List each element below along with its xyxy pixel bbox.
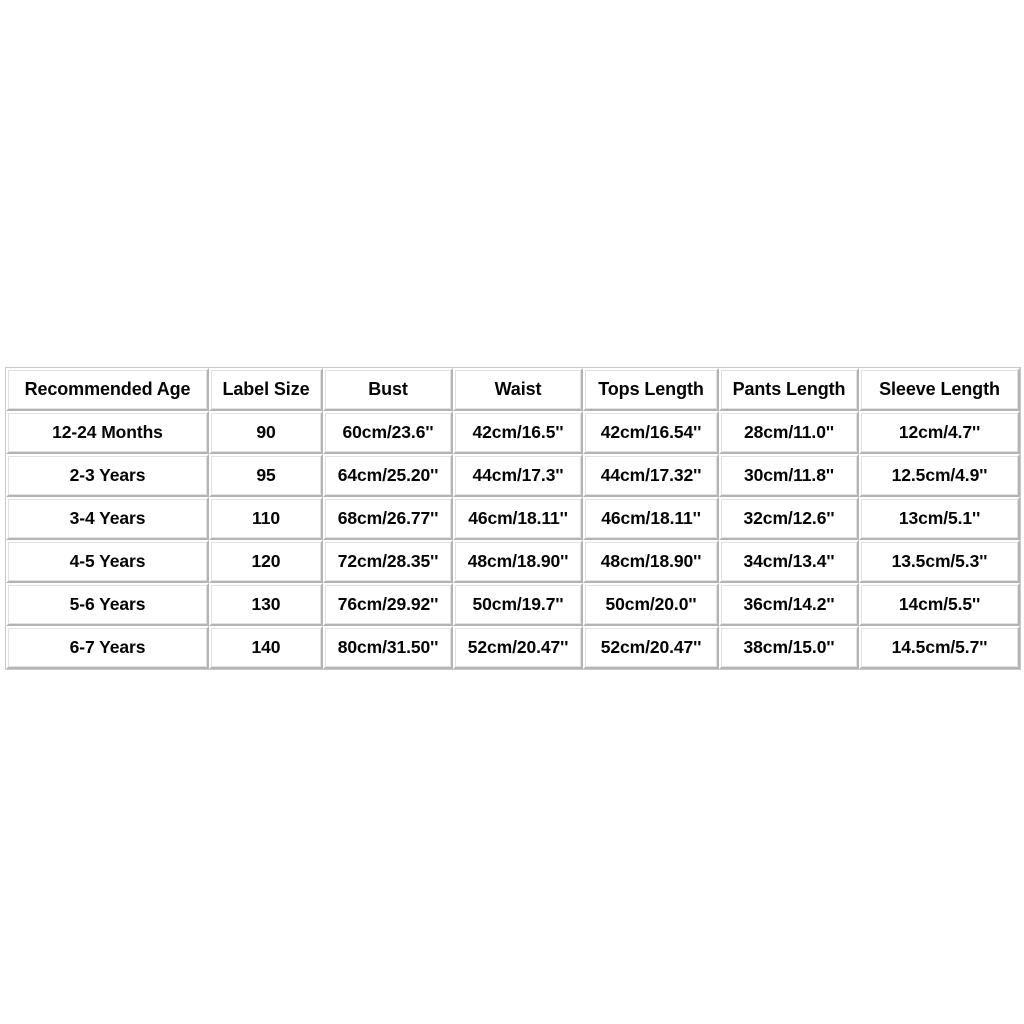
table-cell: 76cm/29.92'' (323, 583, 453, 626)
table-cell: 3-4 Years (6, 497, 209, 540)
table-row: 2-3 Years 95 64cm/25.20'' 44cm/17.3'' 44cm/1… (6, 454, 1020, 497)
size-chart-table: Recommended Age Label Size Bust Waist Tops L… (5, 367, 1021, 670)
table-cell: 46cm/18.11'' (583, 497, 719, 540)
table-cell: 90 (209, 411, 323, 454)
table-cell: 48cm/18.90'' (453, 540, 583, 583)
table-cell: 72cm/28.35'' (323, 540, 453, 583)
column-header: Recommended Age (6, 368, 209, 411)
column-header: Tops Length (583, 368, 719, 411)
table-cell: 52cm/20.47'' (453, 626, 583, 669)
column-header: Sleeve Length (859, 368, 1020, 411)
size-chart-body: Recommended Age Label Size Bust Waist Tops L… (6, 368, 1020, 669)
table-cell: 12cm/4.7'' (859, 411, 1020, 454)
table-cell: 50cm/20.0'' (583, 583, 719, 626)
table-cell: 32cm/12.6'' (719, 497, 859, 540)
table-cell: 6-7 Years (6, 626, 209, 669)
table-row: 5-6 Years 130 76cm/29.92'' 50cm/19.7'' 50cm/… (6, 583, 1020, 626)
table-cell: 52cm/20.47'' (583, 626, 719, 669)
table-row: 6-7 Years 140 80cm/31.50'' 52cm/20.47'' 52cm… (6, 626, 1020, 669)
table-cell: 14.5cm/5.7'' (859, 626, 1020, 669)
table-cell: 14cm/5.5'' (859, 583, 1020, 626)
table-cell: 13cm/5.1'' (859, 497, 1020, 540)
table-cell: 46cm/18.11'' (453, 497, 583, 540)
table-header-row: Recommended Age Label Size Bust Waist Tops L… (6, 368, 1020, 411)
table-cell: 4-5 Years (6, 540, 209, 583)
table-cell: 110 (209, 497, 323, 540)
table-cell: 95 (209, 454, 323, 497)
size-chart-container: Recommended Age Label Size Bust Waist Tops L… (5, 367, 1021, 670)
table-cell: 12-24 Months (6, 411, 209, 454)
table-cell: 68cm/26.77'' (323, 497, 453, 540)
table-cell: 12.5cm/4.9'' (859, 454, 1020, 497)
table-cell: 28cm/11.0'' (719, 411, 859, 454)
table-cell: 48cm/18.90'' (583, 540, 719, 583)
table-cell: 36cm/14.2'' (719, 583, 859, 626)
table-row: 12-24 Months 90 60cm/23.6'' 42cm/16.5'' 42cm… (6, 411, 1020, 454)
table-row: 3-4 Years 110 68cm/26.77'' 46cm/18.11'' 46cm… (6, 497, 1020, 540)
table-cell: 50cm/19.7'' (453, 583, 583, 626)
table-cell: 44cm/17.3'' (453, 454, 583, 497)
table-cell: 60cm/23.6'' (323, 411, 453, 454)
table-cell: 130 (209, 583, 323, 626)
table-cell: 42cm/16.5'' (453, 411, 583, 454)
column-header: Label Size (209, 368, 323, 411)
table-cell: 42cm/16.54'' (583, 411, 719, 454)
table-cell: 140 (209, 626, 323, 669)
table-cell: 44cm/17.32'' (583, 454, 719, 497)
column-header: Pants Length (719, 368, 859, 411)
table-cell: 2-3 Years (6, 454, 209, 497)
column-header: Bust (323, 368, 453, 411)
table-cell: 38cm/15.0'' (719, 626, 859, 669)
table-cell: 5-6 Years (6, 583, 209, 626)
table-row: 4-5 Years 120 72cm/28.35'' 48cm/18.90'' 48cm… (6, 540, 1020, 583)
table-cell: 64cm/25.20'' (323, 454, 453, 497)
table-cell: 30cm/11.8'' (719, 454, 859, 497)
column-header: Waist (453, 368, 583, 411)
table-cell: 13.5cm/5.3'' (859, 540, 1020, 583)
table-cell: 80cm/31.50'' (323, 626, 453, 669)
table-cell: 120 (209, 540, 323, 583)
table-cell: 34cm/13.4'' (719, 540, 859, 583)
